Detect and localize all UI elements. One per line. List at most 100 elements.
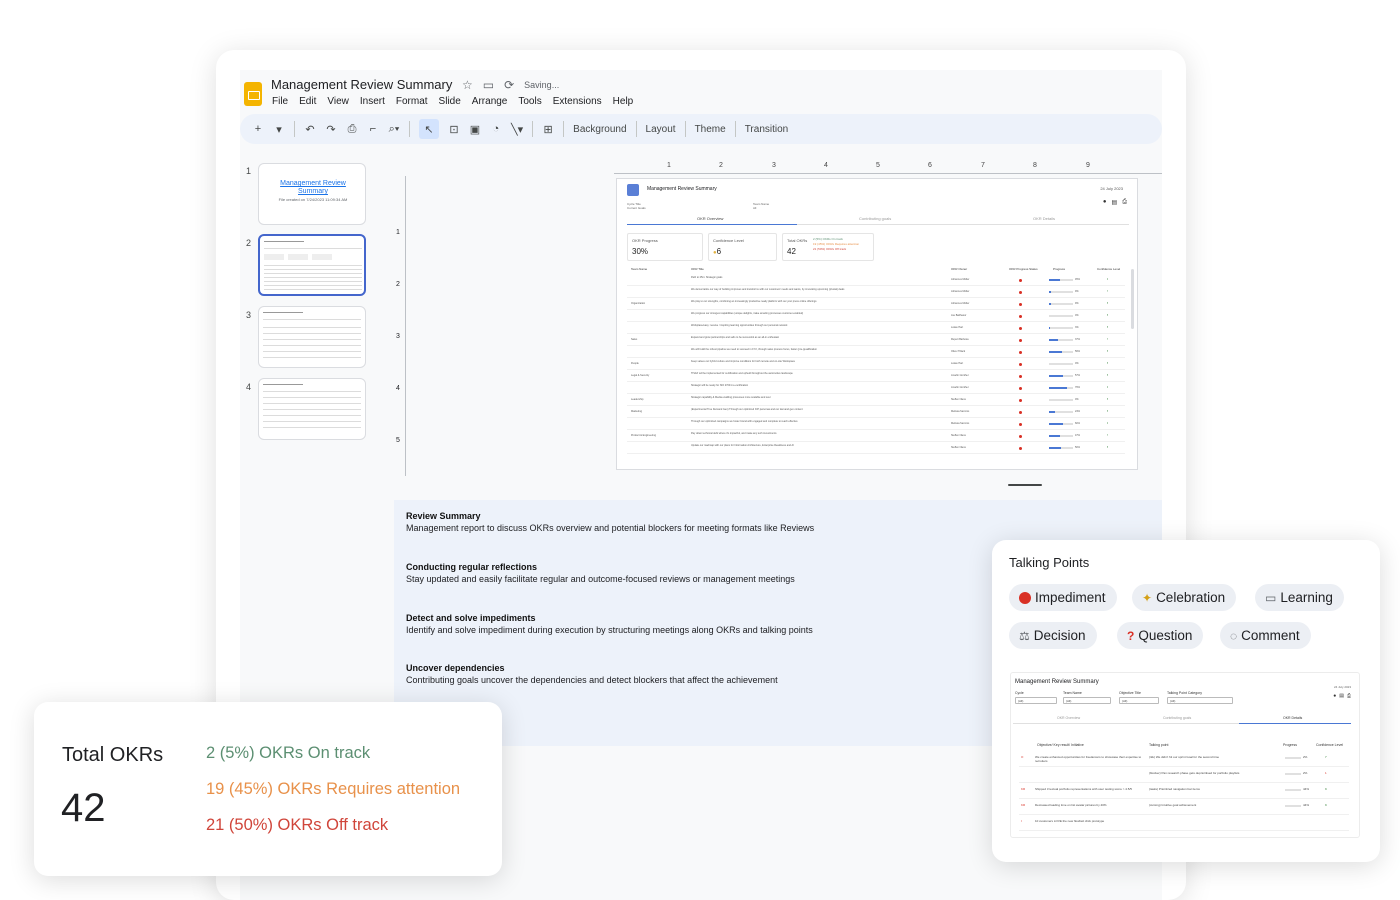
slide-thumbnail-1[interactable]: Management Review Summary File created o…	[258, 163, 366, 225]
layout-button[interactable]: Layout	[646, 124, 676, 135]
progress-bar	[1049, 375, 1073, 377]
horizontal-ruler[interactable]: 1 2 3 4 5 6 7 8 9	[614, 162, 1162, 174]
menu-extensions[interactable]: Extensions	[553, 96, 602, 107]
report-logo-icon	[627, 184, 639, 196]
menu-help[interactable]: Help	[613, 96, 634, 107]
tab-contributing-goals[interactable]: Contributing goals	[859, 216, 891, 221]
move-folder-icon[interactable]: ▭	[483, 78, 494, 92]
chip-learning[interactable]: ▭ Learning	[1255, 584, 1344, 611]
document-title[interactable]: Management Review Summary	[271, 77, 452, 92]
current-slide[interactable]: Management Review Summary 24 July 2023 C…	[616, 178, 1138, 470]
pdf-icon[interactable]: ▤	[1339, 693, 1344, 699]
zoom-icon[interactable]: ⌕▾	[388, 119, 400, 139]
line-icon[interactable]: ╲▾	[511, 119, 523, 139]
team-select[interactable]: (All)	[1063, 697, 1111, 704]
pdf-icon[interactable]: ▤	[1112, 199, 1118, 206]
undo-icon[interactable]: ↶	[304, 119, 316, 139]
menu-file[interactable]: File	[272, 96, 288, 107]
select-cursor-icon[interactable]: ↖	[419, 119, 439, 139]
owner-cell: Josefin Günther	[951, 374, 969, 377]
confidence-cell: 9	[1325, 787, 1327, 791]
progress-bar-fill	[1049, 279, 1060, 281]
slide-filmstrip: 1 Management Review Summary File created…	[240, 160, 380, 460]
table-row: We progress our strongest capabilities (…	[627, 310, 1125, 322]
menu-tools[interactable]: Tools	[518, 96, 541, 107]
column-header: Progress	[1053, 267, 1066, 271]
theme-button[interactable]: Theme	[695, 124, 726, 135]
paint-format-icon[interactable]: ⌐	[367, 119, 379, 139]
chip-impediment[interactable]: Impediment	[1009, 584, 1117, 611]
objective-select[interactable]: (All)	[1119, 697, 1159, 704]
redo-icon[interactable]: ↷	[325, 119, 337, 139]
status-dot-icon	[1019, 375, 1022, 378]
print-icon[interactable]: ⎙	[1122, 199, 1127, 206]
new-slide-dropdown-icon[interactable]: ▾	[273, 119, 285, 139]
slide-thumbnail-2[interactable]	[258, 234, 366, 296]
okr-title-cell: Strategic capability & Media enabling pr…	[691, 396, 771, 399]
toolbar-divider	[635, 121, 637, 137]
slide-thumbnail-4[interactable]	[258, 378, 366, 440]
tab-okr-details[interactable]: OKR Details	[1033, 216, 1055, 221]
tab-okr-overview[interactable]: OKR Overview	[1057, 716, 1080, 720]
shape-icon[interactable]: ◔	[490, 119, 502, 139]
talking-points-title: Talking Points	[1009, 555, 1090, 570]
progress-bar	[1049, 327, 1073, 329]
menu-insert[interactable]: Insert	[360, 96, 385, 107]
talking-point-cell: (cursing) Intuitive goal achievement	[1149, 803, 1197, 807]
note-section: Detect and solve impediments Identify an…	[406, 612, 813, 636]
table-scrollbar[interactable]	[1131, 269, 1134, 329]
print-icon[interactable]: ⎙	[346, 119, 358, 139]
insert-image-icon[interactable]: ▣	[469, 119, 481, 139]
slide-report-date: 24 July 2023	[1100, 186, 1123, 191]
off-track-note: 21 (50%) OKRs Off track	[813, 247, 847, 251]
tab-okr-details[interactable]: OKR Details	[1283, 716, 1302, 720]
menu-view[interactable]: View	[327, 96, 349, 107]
objective-cell: Decreased loading time on list avatar pi…	[1035, 803, 1107, 807]
star-icon[interactable]: ☆	[462, 78, 473, 92]
insert-comment-icon[interactable]: ⊞	[542, 119, 554, 139]
column-header: OKR Progress Status	[1009, 267, 1038, 271]
progress-cell: 50%	[1075, 446, 1081, 449]
vertical-ruler[interactable]: 1 2 3 4 5	[394, 176, 406, 476]
okr-title-cell: We progress our strongest capabilities (…	[691, 312, 804, 315]
print-icon[interactable]: ⎙	[1347, 693, 1351, 699]
cycle-value: Current Goals	[627, 206, 646, 210]
column-header: Confidence Level	[1316, 743, 1344, 747]
owner-cell: Johannes Müller	[951, 290, 970, 293]
chip-comment[interactable]: ◌ Comment	[1220, 622, 1311, 649]
status-dot-icon	[1019, 411, 1022, 414]
menu-slide[interactable]: Slide	[439, 96, 461, 107]
status-dot-icon	[1019, 279, 1022, 282]
cycle-select[interactable]: (All)	[1015, 697, 1057, 704]
tab-contributing-goals[interactable]: Contributing goals	[1163, 716, 1191, 720]
team-cell: Organization	[631, 302, 646, 305]
talking-point-category-select[interactable]: (All)	[1167, 697, 1233, 704]
chip-celebration[interactable]: ✦ Celebration	[1132, 584, 1237, 611]
slide-header: Management Review Summary 24 July 2023	[627, 184, 1129, 202]
chip-decision[interactable]: ⚖ Decision	[1009, 622, 1097, 649]
progress-cell: 44%	[1303, 803, 1310, 807]
menu-arrange[interactable]: Arrange	[472, 96, 508, 107]
table-row: Update our roadmap with our plans for In…	[627, 442, 1125, 454]
owner-cell: Joe Balthasor	[951, 314, 967, 317]
team-value: All	[753, 206, 757, 210]
menu-edit[interactable]: Edit	[299, 96, 316, 107]
question-mark-icon: ?	[1127, 628, 1135, 643]
status-dot-icon	[1019, 387, 1022, 390]
background-button[interactable]: Background	[573, 124, 626, 135]
chip-label: Decision	[1033, 628, 1086, 643]
transition-button[interactable]: Transition	[745, 124, 789, 135]
notes-resize-handle[interactable]	[1008, 484, 1042, 486]
progress-bar	[1049, 447, 1073, 449]
slides-logo-icon[interactable]	[244, 82, 262, 106]
progress-bar	[1049, 279, 1073, 281]
progress-bar-fill	[1049, 387, 1068, 389]
type-marker: O	[1021, 755, 1024, 759]
chip-question[interactable]: ? Question	[1117, 622, 1204, 649]
text-box-icon[interactable]: ⊡	[448, 119, 460, 139]
new-slide-icon[interactable]: +	[252, 119, 264, 139]
slide-thumbnail-3[interactable]	[258, 306, 366, 368]
menu-format[interactable]: Format	[396, 96, 428, 107]
tab-okr-overview[interactable]: OKR Overview	[697, 216, 723, 221]
filter-label: Team Name	[1063, 691, 1082, 695]
